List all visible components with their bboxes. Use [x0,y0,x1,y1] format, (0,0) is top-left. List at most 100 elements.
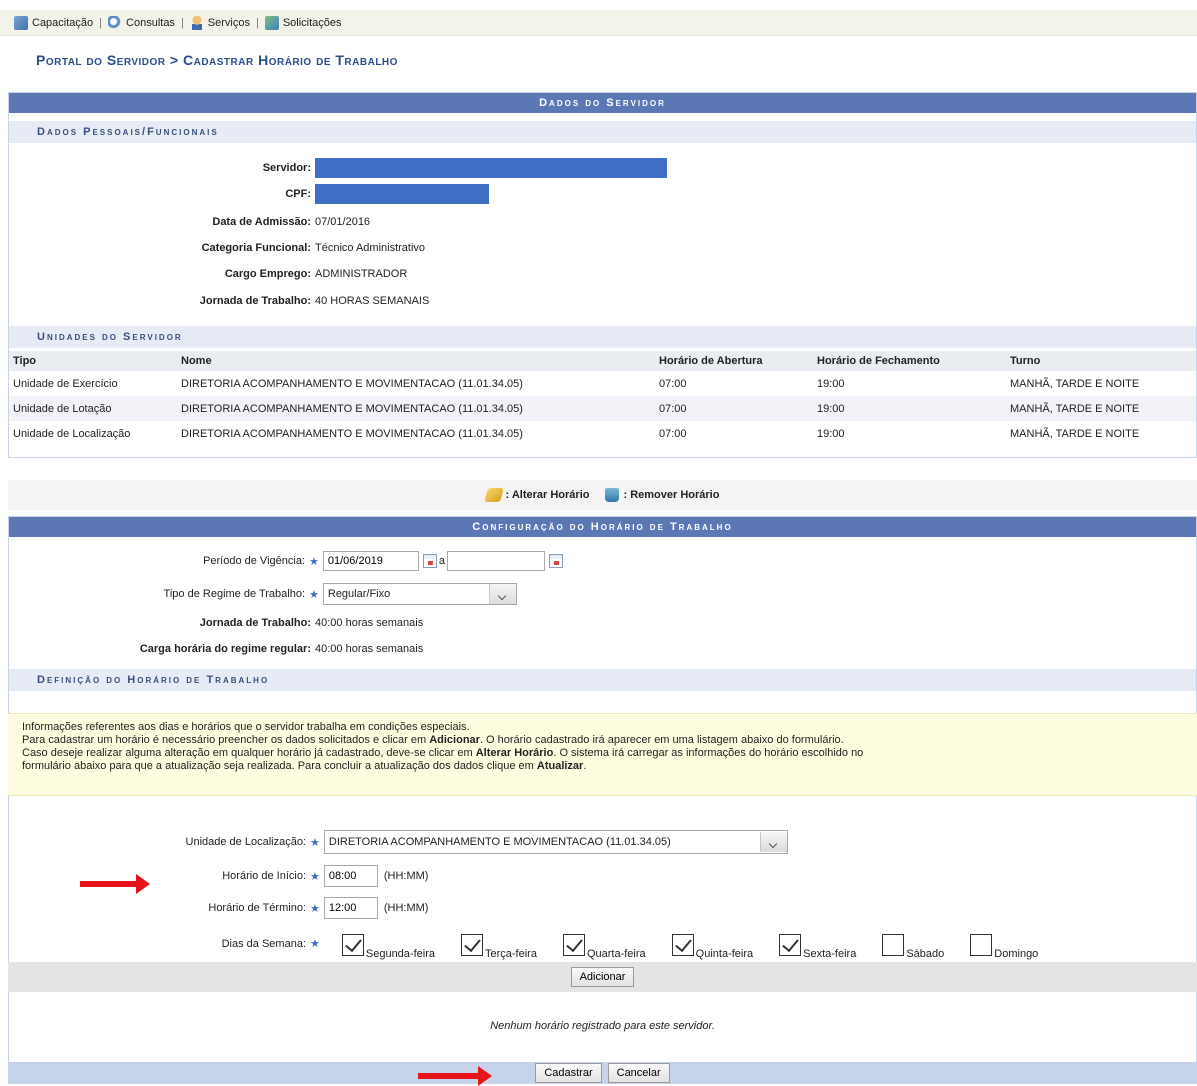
legend-remover: : Remover Horário [605,488,719,502]
horario-inicio-input[interactable] [323,865,378,887]
menu-label: Solicitações [282,16,342,29]
legend-label: : Remover Horário [623,489,720,501]
panel-title: Dados do Servidor [9,93,1196,113]
chevron-down-icon [759,832,787,852]
horario-termino-input[interactable] [323,897,378,919]
search-icon [108,15,123,30]
column-header: Nome [177,351,655,371]
table-cell: 07:00 [659,377,687,390]
field-label: Data de Admissão: [212,216,311,228]
jornada-row: Jornada de Trabalho: 40:00 horas semanai… [9,614,423,632]
adicionar-bar: Adicionar [8,962,1197,992]
regime-select[interactable]: Regular/Fixo [322,583,517,605]
field-label: CPF: [285,188,311,200]
field-label: Tipo de Regime de Trabalho: [163,588,305,600]
field-label: Dias da Semana: [221,938,306,950]
checkbox-checked[interactable] [671,934,694,956]
field-servidor: Servidor: [9,158,667,178]
document-icon [264,15,279,30]
field-cargo: Cargo Emprego: ADMINISTRADOR [9,265,407,283]
menu-item-servicos[interactable]: Serviços [189,15,250,30]
icon-legend: : Alterar Horário : Remover Horário [8,480,1197,510]
checkbox-terca[interactable]: Terça-feira [460,934,537,960]
section-title-unidades: Unidades do Servidor [9,326,1196,348]
field-label: Cargo Emprego: [224,268,311,280]
empty-message: Nenhum horário registrado para este serv… [490,1020,715,1032]
menu-item-capacitacao[interactable]: Capacitação [14,15,94,30]
field-label: Jornada de Trabalho: [199,295,311,307]
breadcrumb: Portal do Servidor > Cadastrar Horário d… [36,52,398,68]
unidade-row: Unidade de Localização: ★ DIRETORIA ACOM… [8,830,788,854]
table-cell: MANHÃ, TARDE E NOITE [1010,377,1140,390]
table-cell: 19:00 [817,427,845,440]
checkbox-checked[interactable] [779,934,802,956]
cancelar-button[interactable]: Cancelar [607,1063,670,1083]
field-value: Técnico Administrativo [315,242,426,254]
required-icon: ★ [310,870,320,883]
checkbox-quinta[interactable]: Quinta-feira [671,934,753,960]
menu-label: Serviços [207,16,250,29]
checkbox-checked[interactable] [341,934,364,956]
termino-row: Horário de Término: ★ (HH:MM) [8,897,428,919]
table-cell: 07:00 [655,396,813,421]
checkbox-domingo[interactable]: Domingo [970,934,1038,960]
unidades-table: Tipo Nome Horário de Abertura Horário de… [9,351,1196,446]
field-label: Período de Vigência: [203,555,305,567]
field-cpf: CPF: [9,184,489,204]
periodo-separator: a [438,555,445,567]
column-header: Horário de Fechamento [813,351,1006,371]
required-icon: ★ [310,836,320,849]
red-arrow-annotation [80,874,150,894]
table-cell: Unidade de Localização [13,427,131,440]
periodo-row: Período de Vigência: ★ a [9,550,563,572]
table-row: Unidade de Localização DIRETORIA ACOMPAN… [9,421,1196,446]
required-icon: ★ [309,555,319,568]
table-cell: DIRETORIA ACOMPANHAMENTO E MOVIMENTACAO … [181,377,523,390]
field-categoria: Categoria Funcional: Técnico Administrat… [9,239,425,257]
table-cell: MANHÃ, TARDE E NOITE [1010,427,1140,440]
calendar-icon[interactable] [422,554,437,568]
menu-item-consultas[interactable]: Consultas [108,15,175,30]
table-cell: 19:00 [813,396,1006,421]
field-jornada: Jornada de Trabalho: 40 HORAS SEMANAIS [9,292,430,310]
checkbox-quarta[interactable]: Quarta-feira [562,934,646,960]
checkbox-sexta[interactable]: Sexta-feira [779,934,856,960]
dias-row: Dias da Semana: ★ Segunda-feira Terça-fe… [8,928,1038,960]
column-header: Horário de Abertura [655,351,813,371]
field-label: Horário de Término: [208,902,306,914]
menu-item-solicitacoes[interactable]: Solicitações [264,15,342,30]
info-text: Informações referentes aos dias e horári… [22,721,470,733]
table-header-row: Tipo Nome Horário de Abertura Horário de… [9,351,1196,371]
checkbox-unchecked[interactable] [970,934,993,956]
field-value: 40:00 horas semanais [315,643,424,655]
periodo-inicio-input[interactable] [322,551,419,571]
field-label: Unidade de Localização: [185,836,306,848]
required-icon: ★ [309,588,319,601]
info-text: Caso deseje realizar alguma alteração em… [22,747,864,759]
calendar-icon[interactable] [549,554,563,568]
cadastrar-button[interactable]: Cadastrar [535,1063,602,1083]
configuracao-panel: Configuração do Horário de Trabalho Perí… [8,516,1197,1084]
checkbox-checked[interactable] [460,934,483,956]
required-icon: ★ [310,938,320,950]
periodo-fim-input[interactable] [447,551,545,571]
adicionar-button[interactable]: Adicionar [570,967,635,987]
checkbox-segunda[interactable]: Segunda-feira [341,934,435,960]
field-label: Servidor: [262,162,311,174]
field-label: Categoria Funcional: [201,242,311,254]
field-label: Jornada de Trabalho: [199,617,311,629]
checkbox-unchecked[interactable] [882,934,905,956]
field-value: 40 HORAS SEMANAIS [315,295,430,307]
regime-row: Tipo de Regime de Trabalho: ★ Regular/Fi… [9,583,517,605]
menu-label: Capacitação [32,16,94,29]
legend-label: : Alterar Horário [505,489,590,501]
checkbox-sabado[interactable]: Sábado [882,934,944,960]
user-icon [189,15,204,30]
legend-alterar: : Alterar Horário [483,488,590,502]
trash-icon [605,488,620,502]
unidade-select[interactable]: DIRETORIA ACOMPANHAMENTO E MOVIMENTACAO … [323,830,788,854]
menu-label: Consultas [126,16,175,29]
dados-servidor-panel: Dados do Servidor Dados Pessoais/Funcion… [8,92,1197,458]
checkbox-checked[interactable] [562,934,585,956]
table-row: Unidade de Lotação DIRETORIA ACOMPANHAME… [9,396,1196,421]
